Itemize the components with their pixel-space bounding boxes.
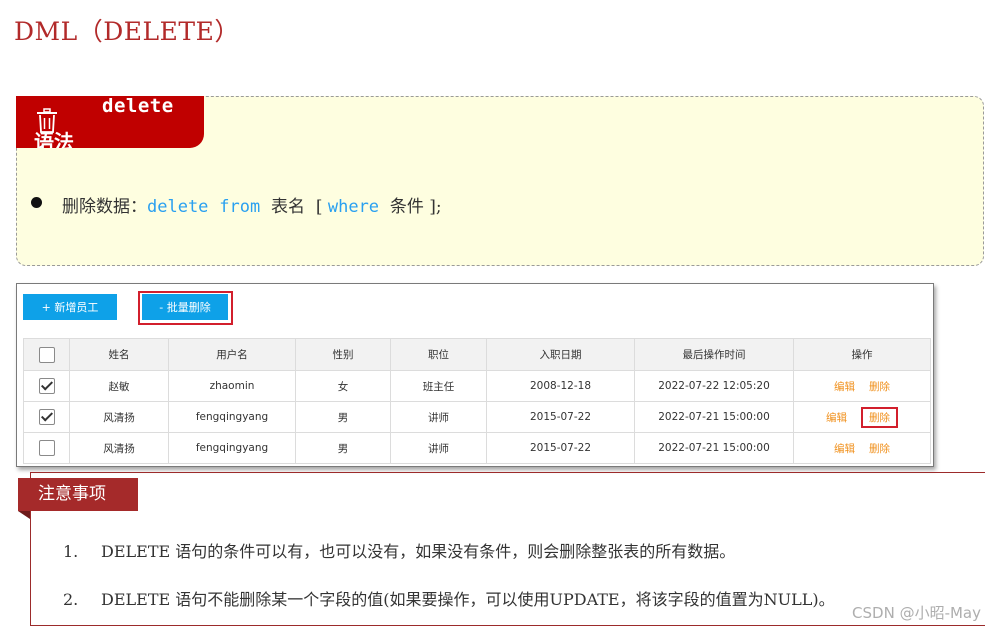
cell-position: 班主任 — [390, 370, 487, 402]
note-item-1: 1. DELETE 语句的条件可以有，也可以没有，如果没有条件，则会删除整张表的所… — [63, 538, 735, 562]
edit-link[interactable]: 编辑 — [834, 381, 855, 393]
page-title: DML（DELETE） — [14, 17, 240, 46]
keyword-where: where — [327, 197, 380, 217]
delete-link[interactable]: 删除 — [869, 443, 890, 455]
batch-delete-button[interactable]: - 批量删除 — [142, 294, 228, 320]
add-employee-button[interactable]: + 新增员工 — [23, 294, 117, 320]
column-header[interactable]: 最后操作时间 — [634, 338, 794, 371]
cell-entry-date: 2008-12-18 — [486, 370, 635, 402]
row-checkbox[interactable] — [38, 409, 55, 425]
employee-table: 姓名 用户名 性别 职位 入职日期 最后操作时间 操作 赵敏 zhaomin 女… — [23, 338, 931, 464]
edit-link[interactable]: 编辑 — [834, 443, 855, 455]
cell-name: 风清扬 — [69, 401, 169, 433]
cell-entry-date: 2015-07-22 — [486, 401, 635, 433]
select-all-cell — [23, 338, 70, 371]
column-header[interactable]: 入职日期 — [486, 338, 635, 371]
note-number: 1. — [63, 542, 79, 561]
note-text: DELETE 语句的条件可以有，也可以没有，如果没有条件，则会删除整张表的所有数… — [101, 542, 736, 561]
column-header[interactable]: 职位 — [390, 338, 487, 371]
edit-link[interactable]: 编辑 — [826, 412, 847, 424]
column-header[interactable]: 性别 — [295, 338, 391, 371]
cell-entry-date: 2015-07-22 — [486, 432, 635, 464]
syntax-tab-subtitle: 语法 — [34, 130, 74, 148]
row-checkbox[interactable] — [38, 440, 55, 456]
employee-app-panel: + 新增员工 - 批量删除 姓名 用户名 性别 职位 入职日期 最后操作时间 操… — [16, 283, 934, 467]
row-checkbox[interactable] — [38, 378, 55, 394]
cell-last-op: 2022-07-21 15:00:00 — [634, 401, 794, 433]
syntax-condition: 条件 — [389, 197, 424, 217]
notes-title: 注意事项 — [18, 478, 138, 511]
syntax-bracket-open: [ — [315, 197, 323, 217]
note-text: DELETE 语句不能删除某一个字段的值(如果要操作，可以使用UPDATE，将该… — [101, 590, 835, 609]
table-row: 赵敏 zhaomin 女 班主任 2008-12-18 2022-07-22 1… — [23, 370, 931, 402]
syntax-tab-title: delete — [102, 96, 174, 117]
cell-gender: 男 — [295, 432, 391, 464]
cell-name: 赵敏 — [69, 370, 169, 402]
syntax-tab: delete 语法 — [16, 96, 204, 148]
table-header-row: 姓名 用户名 性别 职位 入职日期 最后操作时间 操作 — [23, 338, 931, 371]
column-header[interactable]: 用户名 — [168, 338, 296, 371]
cell-gender: 女 — [295, 370, 391, 402]
column-header[interactable]: 姓名 — [69, 338, 169, 371]
table-row: 风清扬 fengqingyang 男 讲师 2015-07-22 2022-07… — [23, 432, 931, 464]
cell-username: zhaomin — [168, 370, 296, 402]
note-number: 2. — [63, 590, 79, 609]
keyword-from: from — [219, 197, 261, 217]
syntax-table-name: 表名 — [271, 197, 305, 217]
delete-link-highlighted[interactable]: 删除 — [861, 406, 898, 428]
syntax-line: 删除数据：delete from 表名 [ where 条件 ]; — [62, 192, 442, 217]
note-item-2: 2. DELETE 语句不能删除某一个字段的值(如果要操作，可以使用UPDATE，… — [63, 586, 835, 610]
syntax-bracket-close: ]; — [429, 197, 442, 217]
watermark: CSDN @小昭-May — [852, 604, 981, 622]
select-all-checkbox[interactable] — [38, 346, 55, 363]
cell-username: fengqingyang — [168, 432, 296, 464]
cell-last-op: 2022-07-21 15:00:00 — [634, 432, 794, 464]
cell-position: 讲师 — [390, 432, 487, 464]
cell-username: fengqingyang — [168, 401, 296, 433]
notes-tag-fold — [18, 511, 30, 519]
bullet-dot — [31, 197, 42, 208]
syntax-prefix: 删除数据： — [62, 197, 147, 217]
cell-last-op: 2022-07-22 12:05:20 — [634, 370, 794, 402]
cell-name: 风清扬 — [69, 432, 169, 464]
keyword-delete: delete — [147, 197, 209, 217]
cell-gender: 男 — [295, 401, 391, 433]
delete-link[interactable]: 删除 — [869, 381, 890, 393]
table-row: 风清扬 fengqingyang 男 讲师 2015-07-22 2022-07… — [23, 401, 931, 433]
cell-position: 讲师 — [390, 401, 487, 433]
column-header: 操作 — [793, 338, 931, 371]
